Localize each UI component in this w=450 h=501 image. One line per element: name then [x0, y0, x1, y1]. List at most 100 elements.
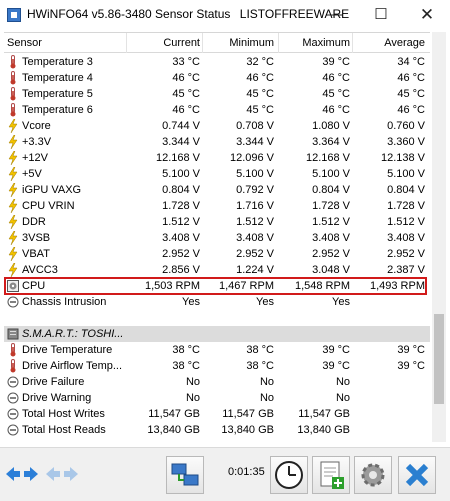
add-report-button[interactable]: [312, 456, 350, 494]
window-title: HWiNFO64 v5.86-3480 Sensor Status LISTOF…: [27, 7, 349, 21]
maximum-value: 39 °C: [322, 360, 350, 372]
sensor-row[interactable]: Temperature 3 33 °C 32 °C 39 °C 34 °C: [4, 54, 430, 70]
current-value: 45 °C: [172, 88, 200, 100]
sensor-row[interactable]: Drive Airflow Temp... 38 °C 38 °C 39 °C 39 °…: [4, 358, 430, 374]
current-value: 12.168 V: [155, 152, 200, 164]
sensor-row[interactable]: Vcore 0.744 V 0.708 V 1.080 V 0.760 V: [4, 118, 430, 134]
hwinfo-app-icon: [7, 8, 21, 22]
arrows-left-right-icon[interactable]: [4, 464, 40, 487]
sensor-row[interactable]: +12V 12.168 V 12.096 V 12.168 V 12.138 V: [4, 150, 430, 166]
sensor-row[interactable]: +3.3V 3.344 V 3.344 V 3.364 V 3.360 V: [4, 134, 430, 150]
sensor-row[interactable]: Total Host Writes 11,547 GB 11,547 GB 11,54…: [4, 406, 430, 422]
minimum-value: 32 °C: [246, 56, 274, 68]
column-header-current[interactable]: Current: [128, 37, 200, 49]
maximum-value: 11,547 GB: [298, 408, 350, 420]
maximum-value: 46 °C: [322, 72, 350, 84]
sensor-row[interactable]: CPU 1,503 RPM 1,467 RPM 1,548 RPM 1,493 RPM: [4, 278, 430, 294]
elapsed-timer: 0:01:35: [228, 466, 265, 478]
maximum-value: 45 °C: [322, 88, 350, 100]
network-icon: [171, 463, 199, 486]
thermometer-icon: [7, 87, 19, 101]
average-value: 5.100 V: [387, 168, 425, 180]
title-bar: HWiNFO64 v5.86-3480 Sensor Status LISTOF…: [0, 0, 450, 30]
minimum-value: 0.708 V: [236, 120, 274, 132]
sensor-row[interactable]: 3VSB 3.408 V 3.408 V 3.408 V 3.408 V: [4, 230, 430, 246]
sensor-row[interactable]: DDR 1.512 V 1.512 V 1.512 V 1.512 V: [4, 214, 430, 230]
sensor-name: Temperature 5: [22, 88, 93, 100]
lightning-icon: [7, 118, 19, 134]
maximize-button[interactable]: ☐: [358, 0, 404, 30]
sensor-name: Total Host Writes: [22, 408, 105, 420]
maximum-value: 39 °C: [322, 56, 350, 68]
reset-button[interactable]: [398, 456, 436, 494]
average-value: 1,493 RPM: [369, 280, 425, 292]
sensor-row[interactable]: Temperature 4 46 °C 46 °C 46 °C 46 °C: [4, 70, 430, 86]
minimum-value: Yes: [256, 296, 274, 308]
average-value: 39 °C: [397, 360, 425, 372]
average-value: 3.408 V: [387, 232, 425, 244]
sensor-row[interactable]: Temperature 5 45 °C 45 °C 45 °C 45 °C: [4, 86, 430, 102]
sensor-name: VBAT: [22, 248, 50, 260]
sensor-row[interactable]: Total Host Reads 13,840 GB 13,840 GB 13,840…: [4, 422, 430, 438]
sensor-name: +3.3V: [22, 136, 52, 148]
clock-button[interactable]: [270, 456, 308, 494]
sensor-name: iGPU VAXG: [22, 184, 82, 196]
maximum-value: No: [335, 392, 350, 404]
current-value: 2.952 V: [162, 248, 200, 260]
settings-button[interactable]: [354, 456, 392, 494]
scrollbar-thumb[interactable]: [434, 314, 444, 404]
lightning-icon: [7, 150, 19, 166]
column-header-maximum[interactable]: Maximum: [280, 37, 350, 49]
section-header-row[interactable]: S.M.A.R.T.: TOSHI...: [4, 326, 430, 342]
sensor-row[interactable]: Temperature 6 46 °C 45 °C 46 °C 46 °C: [4, 102, 430, 118]
sensor-name: AVCC3: [22, 264, 58, 276]
thermometer-icon: [7, 103, 19, 117]
sensor-row[interactable]: Drive Failure No No No: [4, 374, 430, 390]
settings-gear-icon: [361, 463, 385, 487]
arrows-left-right-disabled-icon[interactable]: [44, 464, 80, 487]
network-button[interactable]: [166, 456, 204, 494]
current-value: 38 °C: [172, 360, 200, 372]
column-header-sensor[interactable]: Sensor: [7, 37, 42, 49]
sensor-row[interactable]: VBAT 2.952 V 2.952 V 2.952 V 2.952 V: [4, 246, 430, 262]
sensor-name: Temperature 6: [22, 104, 93, 116]
sensor-row[interactable]: +5V 5.100 V 5.100 V 5.100 V 5.100 V: [4, 166, 430, 182]
sensor-name: S.M.A.R.T.: TOSHI...: [22, 328, 124, 340]
sensor-table[interactable]: Sensor Current Minimum Maximum Average T…: [4, 32, 430, 442]
close-button[interactable]: ✕: [404, 0, 450, 30]
vertical-scrollbar[interactable]: [432, 32, 446, 442]
sensor-row[interactable]: Chassis Intrusion Yes Yes Yes: [4, 294, 430, 310]
column-header-minimum[interactable]: Minimum: [204, 37, 274, 49]
sensor-name: Drive Warning: [22, 392, 92, 404]
sensor-row[interactable]: CPU VRIN 1.728 V 1.716 V 1.728 V 1.728 V: [4, 198, 430, 214]
sensor-row[interactable]: Drive Warning No No No: [4, 390, 430, 406]
maximum-value: 13,840 GB: [297, 424, 350, 436]
current-value: 0.804 V: [162, 184, 200, 196]
current-value: No: [185, 392, 200, 404]
average-value: 46 °C: [397, 72, 425, 84]
sensor-row[interactable]: AVCC3 2.856 V 1.224 V 3.048 V 2.387 V: [4, 262, 430, 278]
sensor-row[interactable]: Drive Temperature 38 °C 38 °C 39 °C 39 °C: [4, 342, 430, 358]
maximum-value: 3.364 V: [312, 136, 350, 148]
sensor-name: DDR: [22, 216, 46, 228]
column-header-average[interactable]: Average: [354, 37, 425, 49]
current-value: 3.408 V: [162, 232, 200, 244]
minimum-value: 0.792 V: [236, 184, 274, 196]
minimum-value: 3.344 V: [236, 136, 274, 148]
sensor-name: Temperature 4: [22, 72, 93, 84]
maximum-value: Yes: [332, 296, 350, 308]
maximum-value: 46 °C: [322, 104, 350, 116]
maximum-value: No: [335, 376, 350, 388]
current-value: 0.744 V: [162, 120, 200, 132]
sensor-name: CPU VRIN: [22, 200, 75, 212]
thermometer-icon: [7, 343, 19, 357]
sensor-row[interactable]: iGPU VAXG 0.804 V 0.792 V 0.804 V 0.804 V: [4, 182, 430, 198]
current-value: No: [185, 376, 200, 388]
average-value: 46 °C: [397, 104, 425, 116]
minimum-value: 1,467 RPM: [218, 280, 274, 292]
average-value: 2.387 V: [387, 264, 425, 276]
add-report-icon: [320, 461, 344, 489]
current-value: 3.344 V: [162, 136, 200, 148]
average-value: 0.804 V: [387, 184, 425, 196]
minimize-button[interactable]: —: [312, 0, 358, 30]
